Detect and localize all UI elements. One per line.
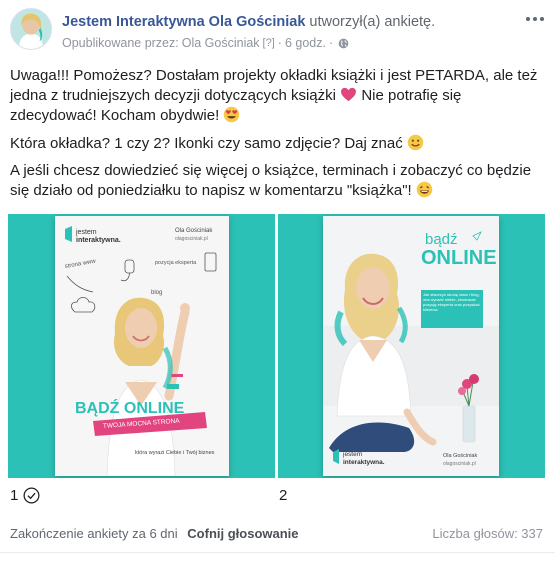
globe-icon[interactable] (338, 38, 349, 49)
post-header-line: Jestem Interaktywna Ola Gościniak utworz… (62, 13, 435, 31)
cover-2-brand-1: jestem (342, 451, 362, 458)
meta-separator: · (277, 36, 282, 50)
book-cover-1: jestem interaktywna. Ola Gościniak olago… (55, 216, 229, 476)
cover-1-site: olagosciniak.pl (175, 236, 208, 242)
cover-2-title-big: ONLINE (421, 247, 497, 269)
undo-vote-button[interactable]: Cofnij głosowanie (187, 526, 298, 541)
heart-icon (341, 87, 357, 102)
help-link[interactable]: [?] (263, 37, 275, 49)
doodle-pozycja: pozycja eksperta (155, 260, 197, 266)
poll-option-1[interactable]: jestem interaktywna. Ola Gościniak olago… (8, 214, 275, 478)
cover-1-author: Ola Gościniak (175, 228, 213, 234)
cover-1-brand-1: jestem (75, 229, 97, 236)
cover-2-site: olagosciniak.pl (443, 461, 476, 467)
poll-footer: Zakończenie ankiety za 6 dni Cofnij głos… (10, 526, 299, 541)
post-paragraph-3: A jeśli chcesz dowiedzieć się więcej o k… (10, 161, 540, 201)
vote-count[interactable]: Liczba głosów: 337 (432, 526, 543, 541)
cover-2-brand-2: interaktywna. (343, 459, 385, 466)
post-paragraph-1: Uwaga!!! Pomożesz? Dostałam projekty okł… (10, 66, 540, 126)
poll-end-text: Zakończenie ankiety za 6 dni (10, 526, 178, 541)
more-options-button[interactable] (525, 12, 545, 26)
avatar-photo (11, 9, 51, 49)
cover-2-title-small: bądź (425, 231, 458, 248)
smile-icon (407, 134, 424, 151)
paragraph-2-text: Która okładka? 1 czy 2? Ikonki czy samo … (10, 135, 403, 152)
laugh-icon (416, 181, 433, 198)
cover-2-author: Ola Gościniak (443, 453, 477, 459)
post-paragraph-2: Która okładka? 1 czy 2? Ikonki czy samo … (10, 134, 540, 154)
book-cover-2: bądź ONLINE Jak stworzyć stronę www i bl… (323, 216, 499, 476)
post-timestamp[interactable]: 6 godz. (285, 36, 326, 50)
poll-option-2-vote[interactable]: 2 (279, 487, 287, 504)
paragraph-3-text: A jeśli chcesz dowiedzieć się więcej o k… (10, 162, 532, 199)
poll-post: Jestem Interaktywna Ola Gościniak utworz… (0, 0, 555, 566)
published-by-name[interactable]: Ola Gościniak (182, 36, 260, 50)
poll-option-1-label: 1 (10, 487, 19, 504)
doodle-blog: blog (151, 290, 162, 296)
meta-separator-2: · (328, 36, 334, 50)
more-dot (540, 17, 544, 21)
more-dot (533, 17, 537, 21)
author-link[interactable]: Jestem Interaktywna Ola Gościniak (62, 14, 305, 30)
cover-1-art: jestem interaktywna. Ola Gościniak olago… (55, 216, 229, 476)
poll-option-1-vote[interactable]: 1 (10, 487, 40, 504)
post-action-text: utworzył(a) ankietę. (309, 14, 436, 30)
poll-option-2[interactable]: bądź ONLINE Jak stworzyć stronę www i bl… (278, 214, 545, 478)
cover-1-title: BĄDŹ ONLINE (75, 398, 185, 417)
avatar[interactable] (10, 8, 52, 50)
cover-1-tagline: która wyrazi Ciebie i Twój biznes (135, 450, 215, 456)
cover-1-brand-2: interaktywna. (76, 237, 121, 244)
poll-option-2-label: 2 (279, 487, 288, 504)
published-by-prefix: Opublikowane przez: (62, 36, 179, 50)
checkmark-circle-icon (23, 487, 40, 504)
cover-2-art: bądź ONLINE Jak stworzyć stronę www i bl… (323, 216, 499, 476)
heart-eyes-icon (224, 106, 240, 123)
divider (0, 552, 555, 553)
post-meta: Opublikowane przez: Ola Gościniak [?] · … (62, 36, 349, 50)
cover-2-blurb: Jak stworzyć stronę www i blog, obs wyra… (423, 292, 480, 312)
more-dot (526, 17, 530, 21)
